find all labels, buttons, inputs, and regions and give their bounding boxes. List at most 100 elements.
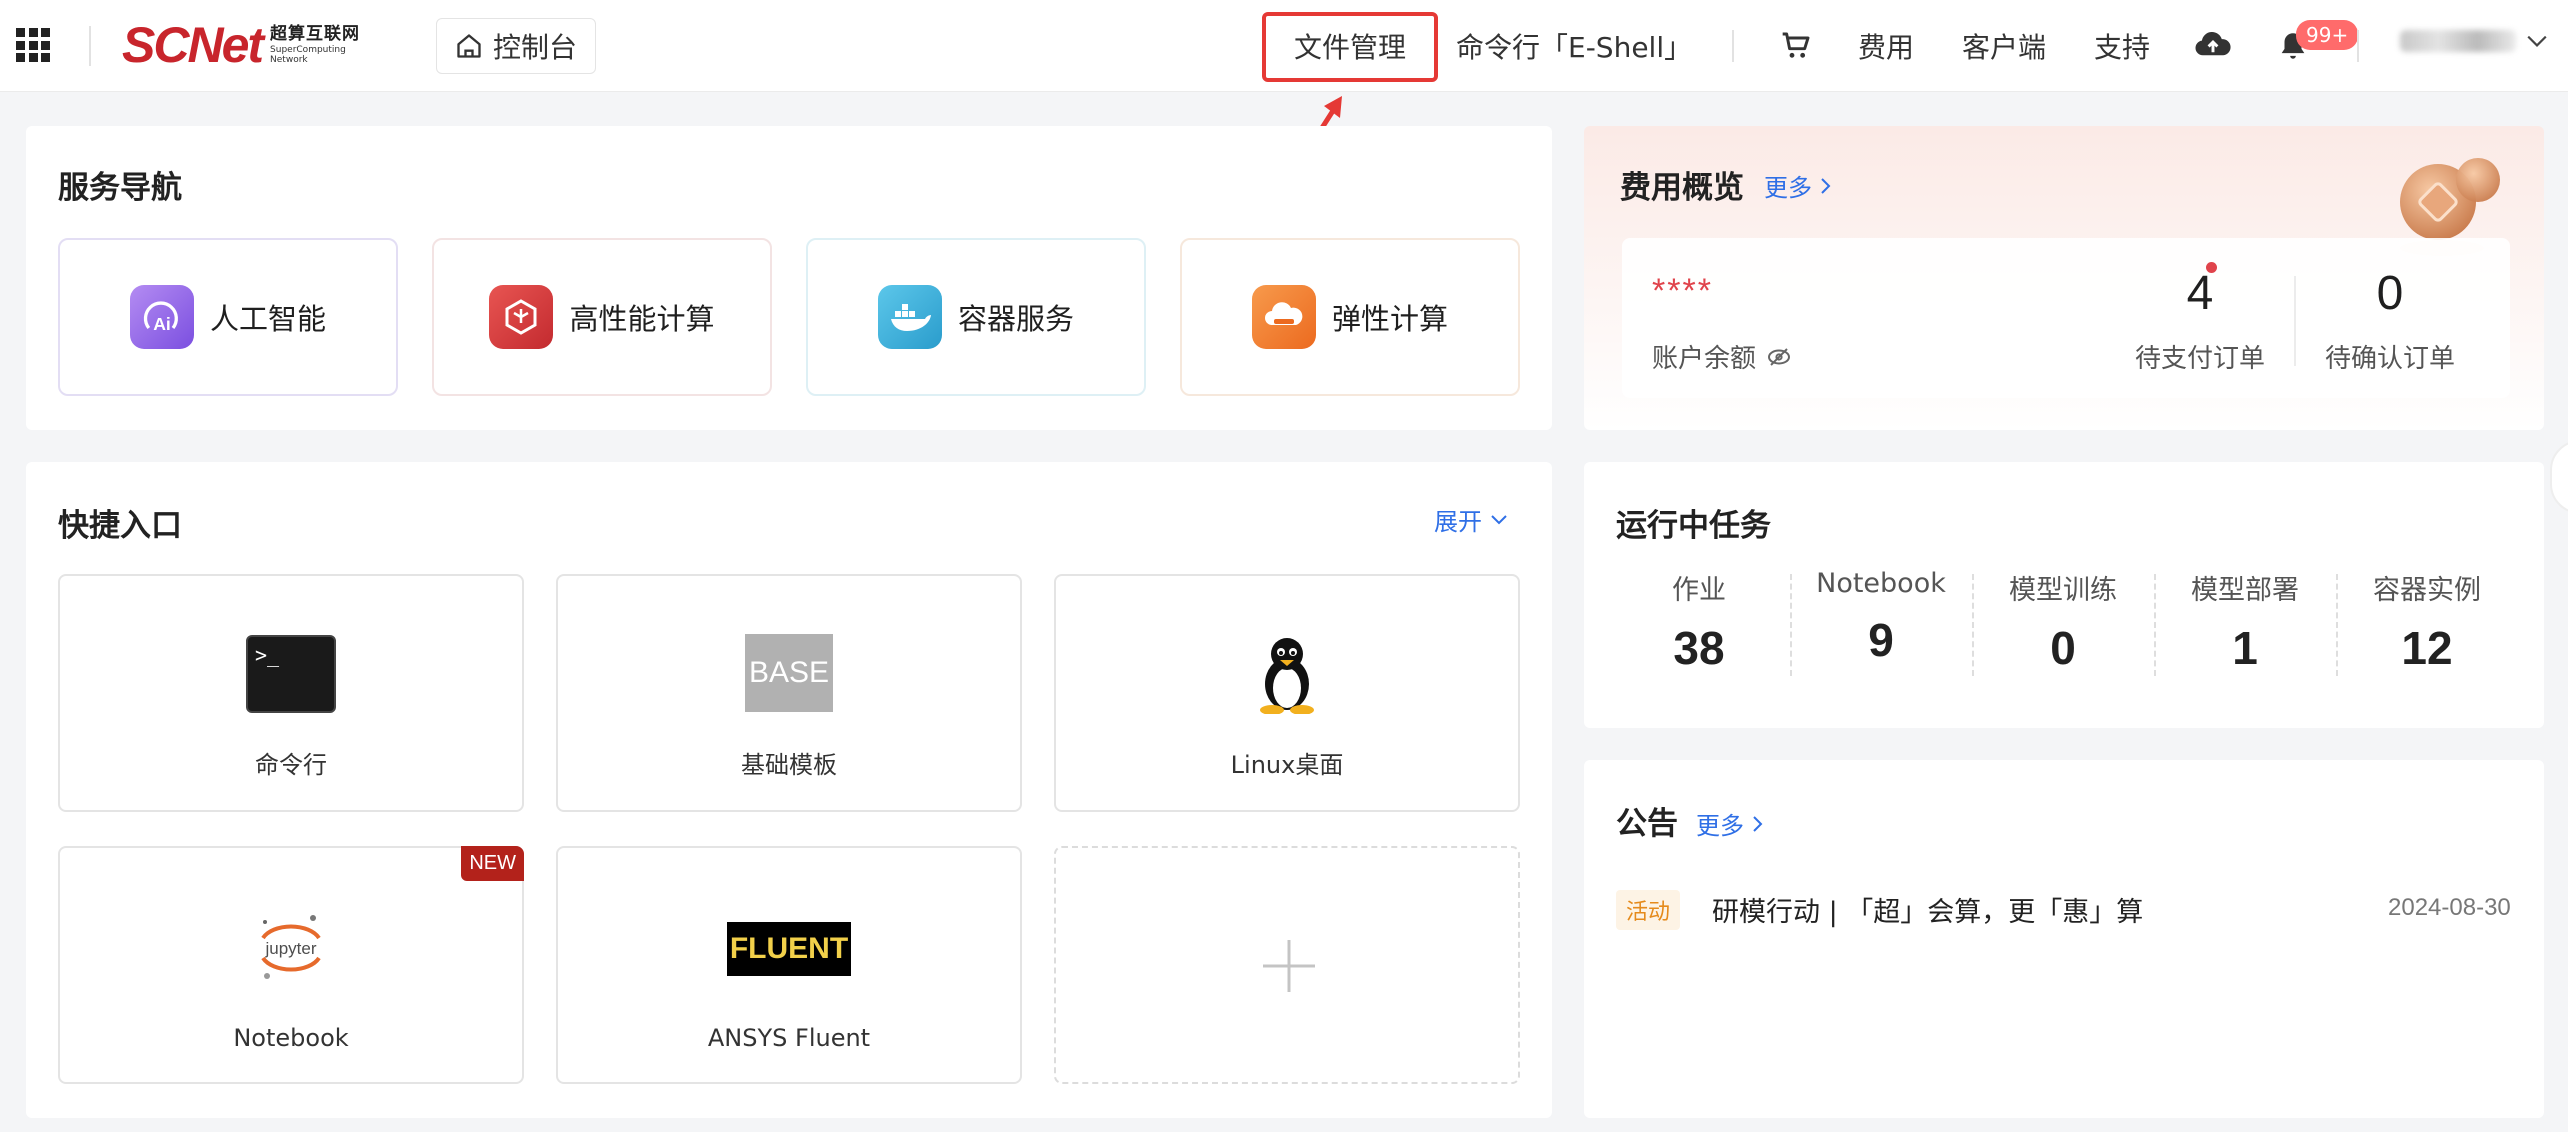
svg-text:Ai: Ai <box>153 314 171 334</box>
task-label: Notebook <box>1816 568 1946 599</box>
jupyter-icon-text: jupyter <box>264 939 316 958</box>
nav-fees[interactable]: 费用 <box>1858 26 1914 66</box>
service-nav-title: 服务导航 <box>58 170 182 206</box>
logo-text: SCNet <box>122 17 264 73</box>
container-icon <box>877 285 942 349</box>
expand-button[interactable]: 展开 <box>1434 502 1508 537</box>
quick-terminal-label: 命令行 <box>255 751 327 779</box>
cart-icon[interactable] <box>1780 30 1812 62</box>
task-label: 容器实例 <box>2373 575 2481 606</box>
announcements-title: 公告 <box>1616 806 1678 842</box>
console-button[interactable]: 控制台 <box>436 18 596 74</box>
service-container-label: 容器服务 <box>957 302 1074 336</box>
running-tasks-title: 运行中任务 <box>1616 508 1771 544</box>
fee-more-link[interactable]: 更多 <box>1764 168 1832 203</box>
fee-more-label: 更多 <box>1764 174 1812 202</box>
chevron-right-icon <box>1821 177 1831 194</box>
notice-date: 2024-08-30 <box>2388 894 2511 921</box>
divider <box>1732 30 1734 62</box>
notice-title[interactable]: 研模行动 | 「超」会算，更「惠」算 <box>1712 890 2143 929</box>
fee-overview-title: 费用概览 <box>1620 170 1744 206</box>
service-hpc[interactable]: 高性能计算 <box>432 238 772 396</box>
service-ai-label: 人工智能 <box>209 302 326 336</box>
side-float-button[interactable] <box>2550 440 2568 514</box>
fluent-icon-text: FLUENT <box>729 932 849 965</box>
task-column-container-instance[interactable]: 容器实例 12 <box>2336 568 2518 680</box>
logo-subtitle: 超算互联网 SuperComputing Network <box>270 23 361 65</box>
task-column-notebook[interactable]: Notebook 9 <box>1790 568 1972 680</box>
highlight-box <box>1262 12 1438 82</box>
new-tag: NEW <box>461 846 524 881</box>
avatar <box>2400 30 2516 52</box>
plus-icon <box>1263 940 1315 992</box>
pending-confirm-value[interactable]: 0 <box>2350 266 2430 321</box>
jupyter-icon: jupyter <box>251 908 331 992</box>
quick-linux-label: Linux桌面 <box>1230 751 1344 779</box>
chevron-right-icon <box>1753 815 1763 832</box>
nav-client[interactable]: 客户端 <box>1962 26 2046 66</box>
task-label: 模型训练 <box>2009 575 2117 606</box>
task-column-model-training[interactable]: 模型训练 0 <box>1972 568 2154 680</box>
nav-eshell[interactable]: 命令行「E-Shell」 <box>1456 26 1692 66</box>
expand-label: 展开 <box>1434 508 1482 536</box>
nav-support[interactable]: 支持 <box>2094 26 2150 66</box>
quick-add-button[interactable] <box>1054 846 1520 1084</box>
pending-payment-value[interactable]: 4 <box>2160 266 2240 321</box>
service-ai[interactable]: Ai 人工智能 <box>58 238 398 396</box>
base-icon: BASE <box>745 634 833 712</box>
base-icon-text: BASE <box>748 656 830 689</box>
task-label: 模型部署 <box>2191 575 2299 606</box>
quick-fluent-label: ANSYS Fluent <box>707 1024 871 1052</box>
task-label: 作业 <box>1672 575 1726 606</box>
service-elastic[interactable]: 弹性计算 <box>1180 238 1520 396</box>
ai-icon: Ai <box>129 285 194 349</box>
pending-payment-label: 待支付订单 <box>2134 344 2265 374</box>
service-elastic-label: 弹性计算 <box>1331 302 1448 336</box>
hpc-icon <box>489 285 554 349</box>
quick-linux-desktop[interactable]: Linux桌面 <box>1054 574 1520 812</box>
task-value: 1 <box>2232 622 2258 674</box>
announcements-more-label: 更多 <box>1696 812 1744 840</box>
logo-en-1: SuperComputing <box>270 44 346 55</box>
quick-notebook-label: Notebook <box>233 1024 349 1052</box>
quick-entry-title: 快捷入口 <box>58 508 182 544</box>
task-value: 0 <box>2050 622 2076 674</box>
red-dot <box>2206 262 2217 273</box>
balance-label: 账户余额 <box>1652 344 1757 374</box>
svg-text:>_: >_ <box>255 643 280 667</box>
task-column-model-deploy[interactable]: 模型部署 1 <box>2154 568 2336 680</box>
fluent-icon: FLUENT <box>727 922 851 976</box>
cloud-upload-icon[interactable] <box>2194 28 2232 62</box>
linux-penguin-icon <box>1254 634 1320 718</box>
service-container[interactable]: 容器服务 <box>806 238 1146 396</box>
announcements-more-link[interactable]: 更多 <box>1696 806 1764 841</box>
divider <box>89 26 91 66</box>
chevron-down-icon <box>2527 35 2547 47</box>
task-value: 9 <box>1868 614 1894 666</box>
quick-base-template[interactable]: BASE 基础模板 <box>556 574 1022 812</box>
top-navigation-bar: SCNet 超算互联网 SuperComputing Network 控制台 文… <box>0 0 2568 92</box>
task-column-jobs[interactable]: 作业 38 <box>1608 568 1790 680</box>
eye-hidden-icon[interactable] <box>1766 346 1792 368</box>
task-value: 12 <box>2401 622 2453 674</box>
quick-notebook[interactable]: NEW jupyter Notebook <box>58 846 524 1084</box>
quick-base-label: 基础模板 <box>741 751 837 779</box>
pending-confirm-label: 待确认订单 <box>2324 344 2455 374</box>
home-icon <box>457 34 481 58</box>
user-menu[interactable] <box>2400 30 2548 52</box>
cloud-compute-icon <box>1251 285 1316 349</box>
task-value: 38 <box>1673 622 1725 674</box>
scnet-logo[interactable]: SCNet 超算互联网 SuperComputing Network <box>122 16 360 74</box>
quick-ansys-fluent[interactable]: FLUENT ANSYS Fluent <box>556 846 1022 1084</box>
apps-grid-icon[interactable] <box>16 28 50 62</box>
chevron-down-icon <box>1491 514 1507 524</box>
divider <box>2357 30 2359 62</box>
console-label: 控制台 <box>492 31 577 64</box>
notice-tag: 活动 <box>1616 890 1681 930</box>
quick-terminal[interactable]: >_ 命令行 <box>58 574 524 812</box>
divider <box>2294 276 2296 366</box>
service-hpc-label: 高性能计算 <box>569 302 715 336</box>
logo-cn: 超算互联网 <box>270 23 361 44</box>
notification-badge: 99+ <box>2296 20 2359 50</box>
terminal-icon: >_ <box>245 634 337 718</box>
